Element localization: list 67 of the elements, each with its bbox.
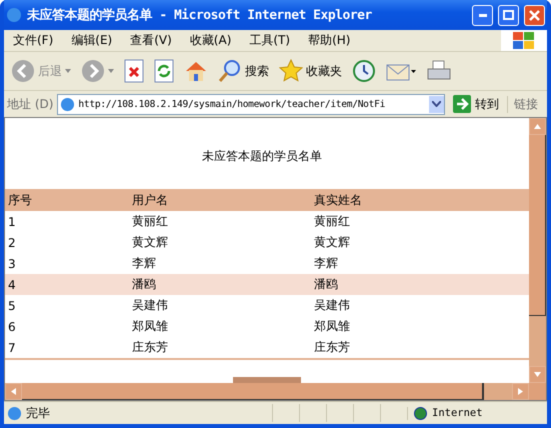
table-cell-text: 黄文辉: [313, 234, 351, 251]
vertical-scrollbar[interactable]: [529, 118, 546, 383]
close-icon: [529, 10, 540, 20]
dropdown-caret-icon[interactable]: [429, 96, 444, 112]
status-text: 完毕: [26, 404, 51, 422]
refresh-icon: [154, 59, 174, 83]
table-cell-text: 潘鸥: [313, 276, 339, 293]
table-cell-text: 4: [7, 278, 17, 292]
page-heading: 未应答本题的学员名单: [202, 148, 322, 165]
favorites-button[interactable]: 收藏夹: [276, 57, 345, 85]
address-label: 地址 (D): [7, 96, 54, 112]
window-title: 未应答本题的学员名单 - Microsoft Internet Explorer: [27, 6, 373, 24]
highlighted-row[interactable]: 4 潘鸥 潘鸥: [5, 274, 529, 295]
go-button[interactable]: 转到: [449, 95, 503, 113]
menu-item[interactable]: 收藏(A): [180, 32, 240, 49]
table-cell-text: 7: [7, 340, 17, 354]
scrollbar-corner: [529, 383, 546, 400]
table-cell-text: 郑凤雏: [131, 318, 169, 335]
column-header: 用户名: [131, 192, 169, 208]
table-cell-text: 潘鸥: [131, 276, 157, 293]
windows-logo: [501, 30, 547, 51]
menu-item[interactable]: 工具(T): [240, 32, 300, 49]
scroll-right-icon: [518, 388, 523, 395]
search-button[interactable]: 搜索: [215, 57, 272, 85]
maximize-icon: [503, 10, 514, 20]
table-cell-text: 2: [7, 236, 17, 250]
table-cell-text: 5: [7, 298, 17, 312]
menu-item[interactable]: 帮助(H): [299, 32, 360, 49]
table-cell-text: 黄文辉: [131, 234, 169, 251]
table-cell-text: 吴建伟: [131, 297, 169, 314]
table-cell-text: 庄东芳: [131, 339, 169, 356]
arrow-right-icon: [453, 95, 471, 113]
minimize-icon: [478, 14, 486, 16]
menu-item[interactable]: 编辑(E): [62, 32, 122, 49]
scroll-down-icon: [534, 372, 541, 377]
table-cell-text: 吴建伟: [313, 297, 351, 314]
table-cell-text: 庄东芳: [313, 339, 351, 356]
scroll-up-icon: [534, 124, 541, 129]
caret-icon: [65, 69, 71, 73]
button-edge: [233, 377, 301, 383]
search-icon: [218, 59, 242, 83]
column-header: 真实姓名: [313, 192, 363, 208]
house-icon: [184, 59, 208, 83]
star-icon: [279, 59, 303, 83]
caret-icon: [108, 69, 114, 73]
table-cell-text: 3: [7, 256, 17, 270]
menu-item[interactable]: 文件(F): [4, 32, 62, 49]
table-cell-text: 李辉: [131, 255, 157, 272]
stop-icon: [124, 59, 144, 83]
menu-item[interactable]: 查看(V): [121, 32, 181, 49]
address-field[interactable]: http://108.108.2.149/sysmain/homework/teacher/item/NotFi: [57, 94, 445, 114]
links-label[interactable]: 链接: [507, 96, 544, 112]
maximize-button[interactable]: [498, 4, 519, 26]
zone-label: Internet: [407, 406, 544, 420]
close-button[interactable]: [524, 4, 545, 26]
table-cell-text: 1: [7, 214, 17, 228]
column-header: 序号: [7, 192, 33, 208]
minimize-button[interactable]: [472, 4, 493, 26]
globe-icon: [414, 406, 427, 420]
table-cell-text: 郑凤雏: [313, 318, 351, 335]
table-cell-text: 黄丽红: [131, 213, 169, 230]
clock-icon: [352, 59, 376, 83]
table-cell-text: 黄丽红: [313, 213, 351, 230]
table-cell-text: 6: [7, 320, 17, 334]
table-cell-text: 李辉: [313, 255, 339, 272]
horizontal-scrollbar[interactable]: [5, 383, 529, 400]
scroll-left-icon: [11, 388, 16, 395]
